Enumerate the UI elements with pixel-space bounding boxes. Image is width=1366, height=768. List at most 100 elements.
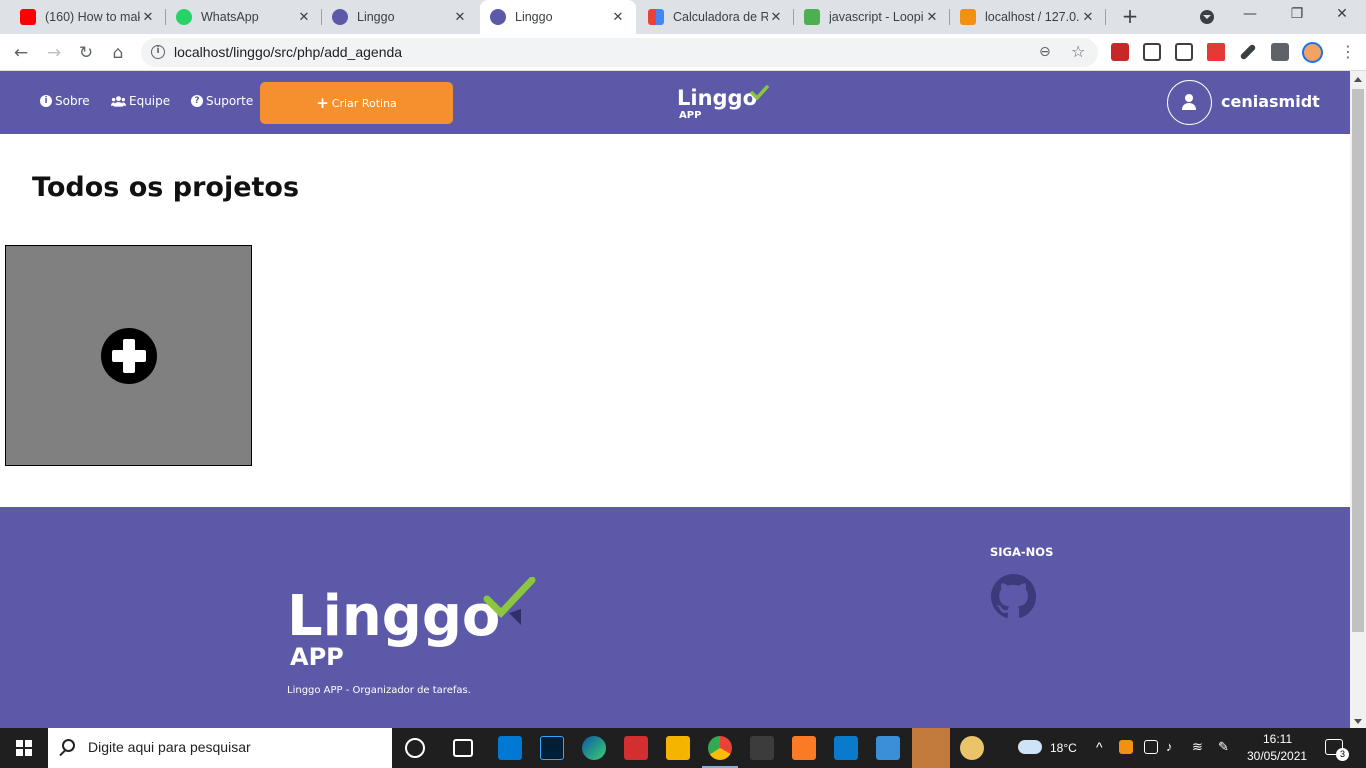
tab-search-icon[interactable] xyxy=(1200,10,1214,24)
browser-tab-youtube[interactable]: (160) How to mak ✕ xyxy=(10,0,166,34)
weather-cloud-icon[interactable] xyxy=(1018,740,1042,754)
start-button[interactable] xyxy=(0,728,48,768)
file-explorer-icon[interactable] xyxy=(666,736,690,760)
browser-tab-whatsapp[interactable]: WhatsApp ✕ xyxy=(166,0,322,34)
chrome-icon[interactable] xyxy=(708,736,732,760)
acrobat-extension-icon[interactable] xyxy=(1111,43,1129,61)
close-icon[interactable]: ✕ xyxy=(140,9,156,25)
close-icon[interactable]: ✕ xyxy=(768,9,784,25)
tray-app-icon[interactable] xyxy=(1119,740,1133,754)
address-bar[interactable]: i localhost/linggo/src/php/add_agenda ⊖ … xyxy=(141,38,1098,67)
pen-icon[interactable]: ✎ xyxy=(1218,739,1229,755)
github-icon[interactable] xyxy=(991,574,1036,619)
windows-logo-icon xyxy=(16,740,32,756)
clock-time[interactable]: 16:11 xyxy=(1263,732,1292,746)
plus-icon: + xyxy=(316,94,329,112)
photoshop-icon[interactable] xyxy=(540,736,564,760)
browser-tab-javascript[interactable]: javascript - Loopi ✕ xyxy=(794,0,950,34)
taskbar-search-placeholder: Digite aqui para pesquisar xyxy=(88,739,251,755)
scroll-up-icon[interactable] xyxy=(1354,77,1362,82)
browser-tab-phpmyadmin[interactable]: localhost / 127.0. ✕ xyxy=(950,0,1106,34)
profile-avatar-icon[interactable] xyxy=(1302,42,1323,63)
network-icon[interactable]: ≋ xyxy=(1192,739,1203,755)
add-project-card[interactable] xyxy=(5,245,252,466)
vscode-icon[interactable] xyxy=(834,736,858,760)
stackoverflow-icon xyxy=(804,9,820,25)
close-icon[interactable]: ✕ xyxy=(924,9,940,25)
xampp-icon[interactable] xyxy=(792,736,816,760)
create-routine-label: Criar Rotina xyxy=(331,96,397,110)
taskbar-search-box[interactable]: Digite aqui para pesquisar xyxy=(48,728,392,768)
calculator-icon xyxy=(648,9,664,25)
new-tab-button[interactable]: + xyxy=(1118,4,1142,28)
tab-title: javascript - Loopi xyxy=(829,10,924,24)
eyedropper-extension-icon[interactable] xyxy=(1239,43,1257,61)
brand-sub: APP xyxy=(679,110,701,121)
site-header: i Sobre Equipe ? Suporte + Criar Rotina … xyxy=(0,71,1350,134)
users-icon xyxy=(111,96,126,107)
weather-temperature[interactable]: 18°C xyxy=(1050,741,1077,755)
tray-chevron-icon[interactable]: ^ xyxy=(1096,739,1103,755)
phpmyadmin-icon xyxy=(960,9,976,25)
close-icon[interactable]: ✕ xyxy=(452,9,468,25)
close-icon[interactable]: ✕ xyxy=(610,9,626,25)
nav-about-link[interactable]: i Sobre xyxy=(40,94,90,108)
site-footer: Linggo APP Linggo APP - Organizador de t… xyxy=(0,507,1350,728)
site-info-icon[interactable]: i xyxy=(151,45,165,59)
edge-icon[interactable] xyxy=(582,736,606,760)
scroll-down-icon[interactable] xyxy=(1354,719,1362,724)
browser-toolbar: ← → ↻ ⌂ i localhost/linggo/src/php/add_a… xyxy=(0,34,1366,71)
inkscape-icon[interactable] xyxy=(750,736,774,760)
url-text[interactable]: localhost/linggo/src/php/add_agenda xyxy=(174,44,402,60)
close-icon[interactable]: ✕ xyxy=(1080,9,1096,25)
linggo-logo[interactable]: Linggo APP xyxy=(677,81,772,121)
user-avatar[interactable] xyxy=(1167,80,1212,125)
window-close-icon[interactable]: ✕ xyxy=(1330,6,1354,26)
bookmark-star-icon[interactable]: ☆ xyxy=(1071,42,1085,61)
photos-icon[interactable] xyxy=(876,736,900,760)
scroll-thumb[interactable] xyxy=(1352,89,1364,632)
minimize-icon[interactable]: — xyxy=(1238,6,1262,26)
browser-tab-strip: (160) How to mak ✕ WhatsApp ✕ Linggo ✕ L… xyxy=(0,0,1366,34)
follow-heading: SIGA-NOS xyxy=(990,545,1054,559)
tray-camera-icon[interactable] xyxy=(1144,740,1158,754)
gimp-icon[interactable] xyxy=(912,728,950,768)
task-view-icon[interactable] xyxy=(453,739,473,757)
paint-icon[interactable] xyxy=(960,736,984,760)
tp-extension-icon[interactable] xyxy=(1207,43,1225,61)
forward-icon[interactable]: → xyxy=(42,41,66,65)
pip-extension-icon[interactable] xyxy=(1143,43,1161,61)
close-icon[interactable]: ✕ xyxy=(296,9,312,25)
mail-icon[interactable] xyxy=(498,736,522,760)
user-icon xyxy=(1182,94,1196,110)
linggo-icon xyxy=(490,9,506,25)
extensions-puzzle-icon[interactable] xyxy=(1271,43,1289,61)
restore-icon[interactable]: ❐ xyxy=(1285,6,1309,26)
nav-team-link[interactable]: Equipe xyxy=(111,94,170,108)
footer-linggo-logo: Linggo APP xyxy=(287,577,536,671)
tab-title: (160) How to mak xyxy=(45,10,140,24)
clock-date[interactable]: 30/05/2021 xyxy=(1247,749,1307,763)
username[interactable]: ceniasmidt xyxy=(1221,92,1320,111)
acrobat-icon[interactable] xyxy=(624,736,648,760)
zoom-icon[interactable]: ⊖ xyxy=(1039,44,1051,60)
reload-icon[interactable]: ↻ xyxy=(74,41,98,65)
cortana-icon[interactable] xyxy=(405,738,425,758)
browser-tab-calculadora[interactable]: Calculadora de Re ✕ xyxy=(638,0,794,34)
footer-tagline: Linggo APP - Organizador de tarefas. xyxy=(287,685,471,696)
footer-sub: APP xyxy=(290,643,344,671)
create-routine-button[interactable]: + Criar Rotina xyxy=(260,82,453,124)
home-icon[interactable]: ⌂ xyxy=(106,41,130,65)
menu-kebab-icon[interactable]: ⋮ xyxy=(1340,42,1356,62)
screenshot-extension-icon[interactable] xyxy=(1175,43,1193,61)
browser-tab-linggo[interactable]: Linggo ✕ xyxy=(322,0,478,34)
page-title: Todos os projetos xyxy=(32,172,300,203)
nav-support-link[interactable]: ? Suporte xyxy=(191,94,253,108)
volume-icon[interactable]: ♪ xyxy=(1166,739,1173,754)
tab-title: Linggo xyxy=(357,10,395,24)
browser-tab-linggo-active[interactable]: Linggo ✕ xyxy=(480,0,636,34)
add-circle-icon[interactable] xyxy=(100,327,158,385)
page-scrollbar[interactable] xyxy=(1350,71,1366,728)
back-icon[interactable]: ← xyxy=(9,41,33,65)
search-icon xyxy=(62,739,75,752)
